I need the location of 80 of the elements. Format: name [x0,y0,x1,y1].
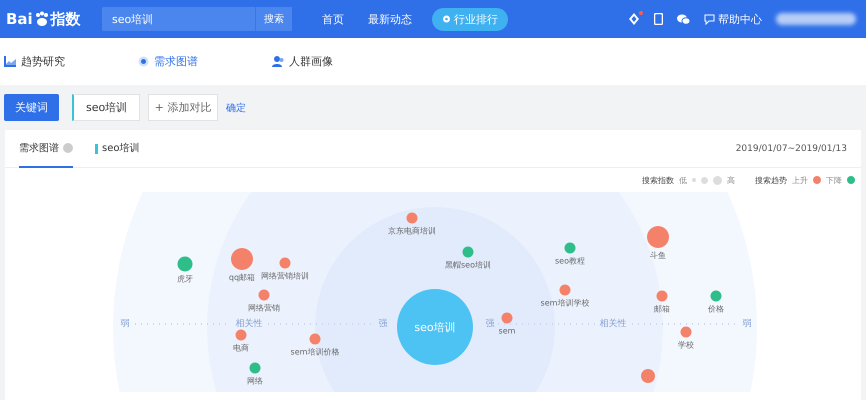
chat-icon[interactable] [677,14,690,24]
paw-icon [34,11,50,27]
axis-label: 弱 [742,319,752,329]
legend-label: 下降 [826,174,842,186]
axis-label: 相关性 [600,319,626,329]
center-label: seo培训 [414,321,456,334]
keyword-label: 邮箱 [654,304,670,314]
date-range: 2019/01/07~2019/01/13 [736,144,847,154]
search-button[interactable]: 搜索 [255,7,292,31]
keyword-bubble[interactable] [641,369,655,383]
keyword-label: 黑帽seo培训 [445,260,491,270]
chart-icon [4,56,16,67]
keyword-label: 电商 [233,344,249,352]
keyword-bubble[interactable] [258,290,270,300]
person-icon [272,56,284,67]
size-dot [701,176,708,184]
keyword-bubble[interactable] [178,256,192,272]
keyword-label: 网络营销培训 [261,272,309,280]
logo-text: 指数 [50,10,81,28]
nav-link[interactable]: 首页 [322,12,344,26]
section-tab[interactable]: 需求图谱 [138,54,272,69]
section-tab[interactable]: 趋势研究 [4,54,138,69]
axis-label: 强 [486,319,494,329]
phone-icon[interactable] [654,13,663,25]
speech-bubble-icon [704,14,715,24]
add-compare-button[interactable]: + 添加对比 [148,94,218,121]
keyword-label: seo教程 [555,256,585,266]
radio-icon [138,56,149,67]
legend-label: 上升 [792,174,808,186]
keyword-label: 京东电商培训 [388,226,436,236]
diamond-icon[interactable] [628,13,640,25]
legend-title: 搜索趋势 [755,174,787,186]
legend-dot [813,176,821,184]
size-dot [692,178,696,182]
keyword-label: sem [498,326,516,336]
axis-label: 强 [378,319,388,329]
legend-label: 低 [679,174,687,186]
keyword-bubble[interactable] [680,326,692,338]
keyword-label: 价格 [708,304,724,314]
keyword-bubble[interactable] [710,290,722,302]
keyword-label: 学校 [678,340,694,350]
keyword-button[interactable]: 关键词 [4,94,59,121]
pin-icon [442,14,451,24]
keyword-label: 虎牙 [177,274,193,284]
keyword-field[interactable]: seo培训 [72,94,140,121]
keyword-bubble[interactable] [406,212,418,224]
help-icon [63,142,73,152]
keyword-label: 网络营销 [248,304,280,312]
keyword-bubble[interactable] [236,330,246,340]
keyword-bubble[interactable] [656,290,668,302]
keyword-bubble[interactable] [647,226,669,248]
keyword-bubble[interactable] [231,248,253,270]
keyword-label: sem培训学校 [540,298,590,308]
keyword-bubble[interactable] [310,334,320,344]
keyword-tag: seo培训 [95,144,140,154]
legend-label: 高 [727,174,735,186]
search-field[interactable]: seo培训 搜索 [102,7,292,31]
keyword-bubble[interactable] [462,246,474,258]
axis-label: 相关性 [236,319,262,329]
keyword-bubble[interactable] [250,362,260,374]
keyword-bubble[interactable] [564,242,576,254]
legend-title: 搜索指数 [642,174,674,186]
center-bubble[interactable] [397,289,473,365]
keyword-bubble[interactable] [560,284,570,296]
confirm-link[interactable]: 确定 [226,100,246,114]
keyword-bubble[interactable] [280,258,290,268]
keyword-label: 斗鱼 [650,251,666,260]
logo-text: Bai [6,10,33,28]
size-dot [713,176,722,184]
keyword-label: sem培训价格 [290,348,340,356]
keyword-label: 网络 [247,376,263,386]
axis-label: 弱 [120,319,130,329]
ranking-pill[interactable]: 行业排行 [432,8,508,30]
card-tab[interactable]: 需求图谱 [19,130,73,168]
nav-link[interactable]: 最新动态 [368,12,412,26]
keyword-label: qq邮箱 [228,273,256,282]
section-tab[interactable]: 人群画像 [272,54,406,69]
keyword-bubble[interactable] [502,312,512,324]
help-link[interactable]: 帮助中心 [704,12,762,26]
legend-dot [847,176,855,184]
